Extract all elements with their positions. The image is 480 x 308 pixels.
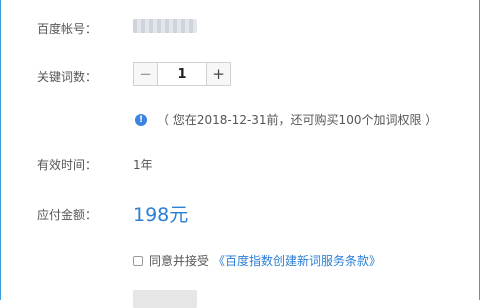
agree-text: 同意并接受	[149, 254, 210, 268]
payment-label: 应付金额：	[37, 208, 98, 222]
quantity-input[interactable]	[158, 63, 206, 85]
keyword-quantity-stepper: − +	[133, 62, 231, 86]
decrement-button[interactable]: −	[134, 63, 158, 85]
agreement-row: 同意并接受 《百度指数创建新词服务条款》	[133, 252, 381, 269]
validity-value: 1年	[133, 158, 153, 172]
account-label: 百度帐号：	[37, 22, 98, 36]
validity-label: 有效时间：	[37, 158, 98, 172]
keywords-label: 关键词数：	[37, 70, 98, 84]
increment-button[interactable]: +	[206, 63, 230, 85]
submit-button[interactable]	[133, 290, 197, 308]
info-icon: !	[135, 113, 147, 126]
account-value-masked	[133, 19, 197, 33]
dialog-frame: 百度帐号： 关键词数： − + ! （ 您在2018-12-31前，还可购买10…	[0, 0, 480, 308]
notice-text: （ 您在2018-12-31前，还可购买100个加词权限 ）	[157, 113, 438, 127]
purchase-notice: ! （ 您在2018-12-31前，还可购买100个加词权限 ）	[135, 111, 437, 128]
terms-link[interactable]: 《百度指数创建新词服务条款》	[213, 252, 381, 269]
agree-checkbox[interactable]	[133, 255, 143, 266]
payment-amount: 198元	[133, 204, 189, 226]
